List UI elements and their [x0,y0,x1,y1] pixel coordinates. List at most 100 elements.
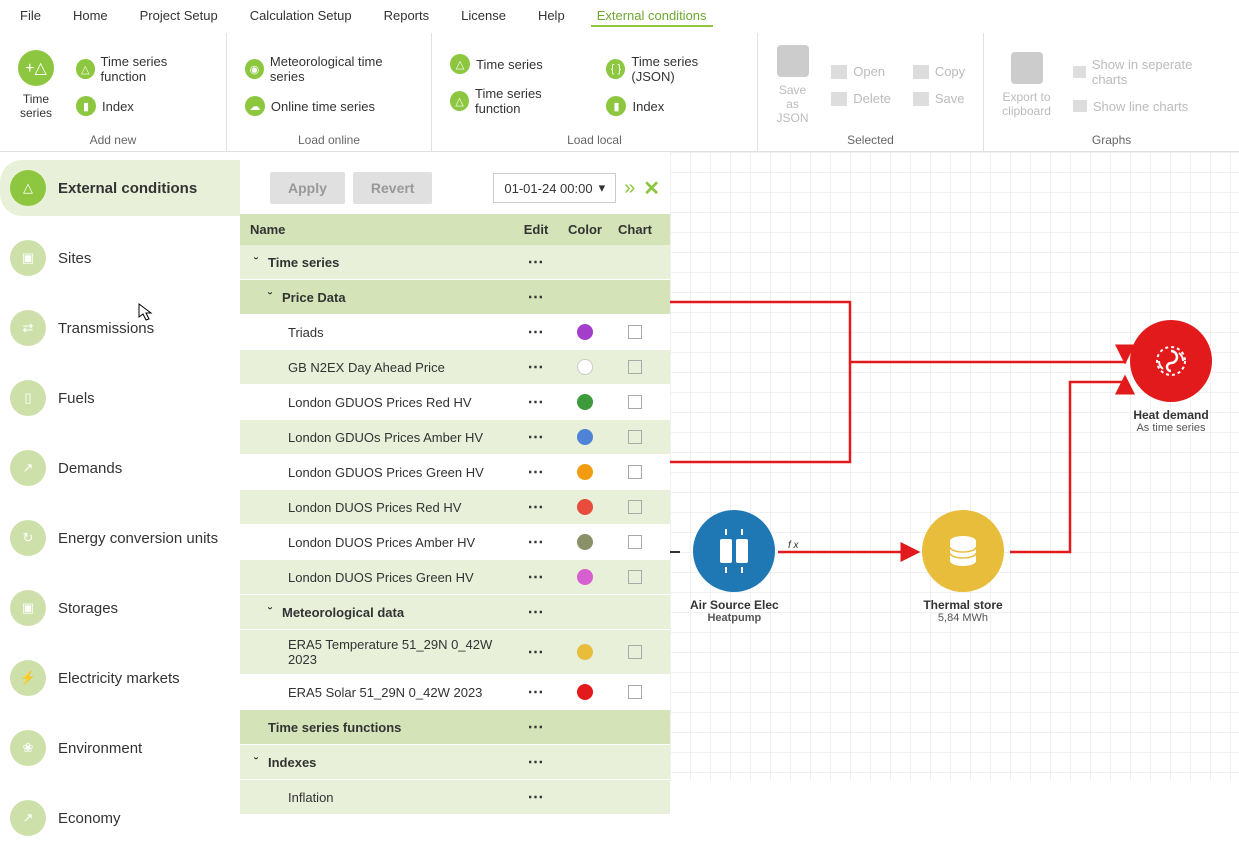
close-button[interactable]: ✕ [643,176,660,201]
edit-dots[interactable]: ⋯ [512,322,560,342]
color-swatch[interactable] [577,499,593,515]
edit-dots[interactable]: ⋯ [512,287,560,307]
add-time-series-button[interactable]: +△ Time series [12,46,60,124]
menu-external-conditions[interactable]: External conditions [591,6,713,27]
edit-dots[interactable]: ⋯ [512,427,560,447]
table-row[interactable]: London GDUOS Prices Green HV⋯ [240,455,670,490]
menu-help[interactable]: Help [532,6,571,27]
chevron-down-icon: › [251,756,262,768]
sidebar: △External conditions ▣Sites ⇄Transmissio… [0,152,240,781]
chart-checkbox[interactable] [628,465,642,479]
edit-dots[interactable]: ⋯ [512,497,560,517]
group-tsf[interactable]: Time series functions ⋯ [240,710,670,745]
menu-file[interactable]: File [14,6,47,27]
chart-checkbox[interactable] [628,500,642,514]
table-row[interactable]: ERA5 Solar 51_29N 0_42W 2023⋯ [240,675,670,710]
table-row[interactable]: London DUOS Prices Amber HV⋯ [240,525,670,560]
color-swatch[interactable] [577,394,593,410]
edit-dots[interactable]: ⋯ [512,787,560,807]
show-line-button[interactable]: Show line charts [1067,95,1227,118]
edit-dots[interactable]: ⋯ [512,357,560,377]
menu-project-setup[interactable]: Project Setup [134,6,224,27]
sidebar-item-transmissions[interactable]: ⇄Transmissions [0,300,240,356]
add-index-button[interactable]: ▮Index [70,92,214,120]
edit-dots[interactable]: ⋯ [512,567,560,587]
load-met-button[interactable]: ◉Meteorological time series [239,50,419,88]
show-separate-button[interactable]: Show in seperate charts [1067,53,1227,91]
edit-dots[interactable]: ⋯ [512,682,560,702]
chart-checkbox[interactable] [628,685,642,699]
add-tsf-button[interactable]: △Time series function [70,50,214,88]
edit-dots[interactable]: ⋯ [512,462,560,482]
save-button[interactable]: Save [907,87,971,110]
edit-dots[interactable]: ⋯ [512,532,560,552]
load-local-tsf-button[interactable]: △Time series function [444,82,590,120]
export-clipboard-button[interactable]: Export to clipboard [996,48,1057,122]
table-row[interactable]: GB N2EX Day Ahead Price⋯ [240,350,670,385]
color-swatch[interactable] [577,684,593,700]
color-swatch[interactable] [577,324,593,340]
color-swatch[interactable] [577,569,593,585]
datetime-picker[interactable]: 01-01-24 00:00▾ [493,173,616,203]
apply-button[interactable]: Apply [270,172,345,204]
sidebar-item-external-conditions[interactable]: △External conditions [0,160,240,216]
color-swatch[interactable] [577,429,593,445]
table-row[interactable]: London DUOS Prices Green HV⋯ [240,560,670,595]
edit-dots[interactable]: ⋯ [512,752,560,772]
sidebar-item-fuels[interactable]: ▯Fuels [0,370,240,426]
chart-checkbox[interactable] [628,395,642,409]
revert-button[interactable]: Revert [353,172,433,204]
color-swatch[interactable] [577,534,593,550]
menu-reports[interactable]: Reports [378,6,436,27]
edit-dots[interactable]: ⋯ [512,392,560,412]
chart-checkbox[interactable] [628,570,642,584]
node-heat-demand[interactable]: Heat demand As time series [1130,320,1212,434]
diagram-canvas[interactable]: f x Air Source Elec Heatpump Thermal sto… [670,152,1239,781]
sidebar-item-demands[interactable]: ↗Demands [0,440,240,496]
load-local-ts-button[interactable]: △Time series [444,50,590,78]
node-heatpump[interactable]: Air Source Elec Heatpump [690,510,779,624]
load-local-json-button[interactable]: { }Time series (JSON) [600,50,744,88]
chart-checkbox[interactable] [628,645,642,659]
chart-checkbox[interactable] [628,360,642,374]
economy-icon: ↗ [10,800,46,836]
menu-calc-setup[interactable]: Calculation Setup [244,6,358,27]
delete-button[interactable]: Delete [825,87,897,110]
sidebar-item-electricity-markets[interactable]: ⚡Electricity markets [0,650,240,706]
sidebar-item-sites[interactable]: ▣Sites [0,230,240,286]
table-row[interactable]: London GDUOS Prices Red HV⋯ [240,385,670,420]
sidebar-item-storages[interactable]: ▣Storages [0,580,240,636]
open-button[interactable]: Open [825,60,897,83]
group-time-series[interactable]: ›Time series ⋯ [240,245,670,280]
sidebar-item-environment[interactable]: ❀Environment [0,720,240,776]
sidebar-item-economy[interactable]: ↗Economy [0,790,240,846]
chart-checkbox[interactable] [628,325,642,339]
load-local-index-button[interactable]: ▮Index [600,92,744,120]
table-row[interactable]: London DUOS Prices Red HV⋯ [240,490,670,525]
copy-button[interactable]: Copy [907,60,971,83]
chart-checkbox[interactable] [628,430,642,444]
fast-forward-button[interactable]: » [624,177,635,200]
table-row[interactable]: Triads⋯ [240,315,670,350]
edit-dots[interactable]: ⋯ [512,717,560,737]
menu-license[interactable]: License [455,6,512,27]
edit-dots[interactable]: ⋯ [512,252,560,272]
table-row[interactable]: ERA5 Temperature 51_29N 0_42W 2023⋯ [240,630,670,675]
menu-home[interactable]: Home [67,6,114,27]
subgroup-met-data[interactable]: ›Meteorological data ⋯ [240,595,670,630]
table-row[interactable]: Inflation⋯ [240,780,670,815]
edit-dots[interactable]: ⋯ [512,642,560,662]
group-indexes[interactable]: ›Indexes ⋯ [240,745,670,780]
color-swatch[interactable] [577,464,593,480]
chart-checkbox[interactable] [628,535,642,549]
color-swatch[interactable] [577,644,593,660]
sidebar-item-ecu[interactable]: ↻Energy conversion units [0,510,240,566]
save-json-button[interactable]: Save as JSON [770,41,815,129]
trash-icon [831,92,847,106]
color-swatch[interactable] [577,359,593,375]
node-thermal-store[interactable]: Thermal store 5,84 MWh [922,510,1004,624]
load-online-ts-button[interactable]: ☁Online time series [239,92,419,120]
subgroup-price-data[interactable]: ›Price Data ⋯ [240,280,670,315]
table-row[interactable]: London GDUOs Prices Amber HV⋯ [240,420,670,455]
edit-dots[interactable]: ⋯ [512,602,560,622]
